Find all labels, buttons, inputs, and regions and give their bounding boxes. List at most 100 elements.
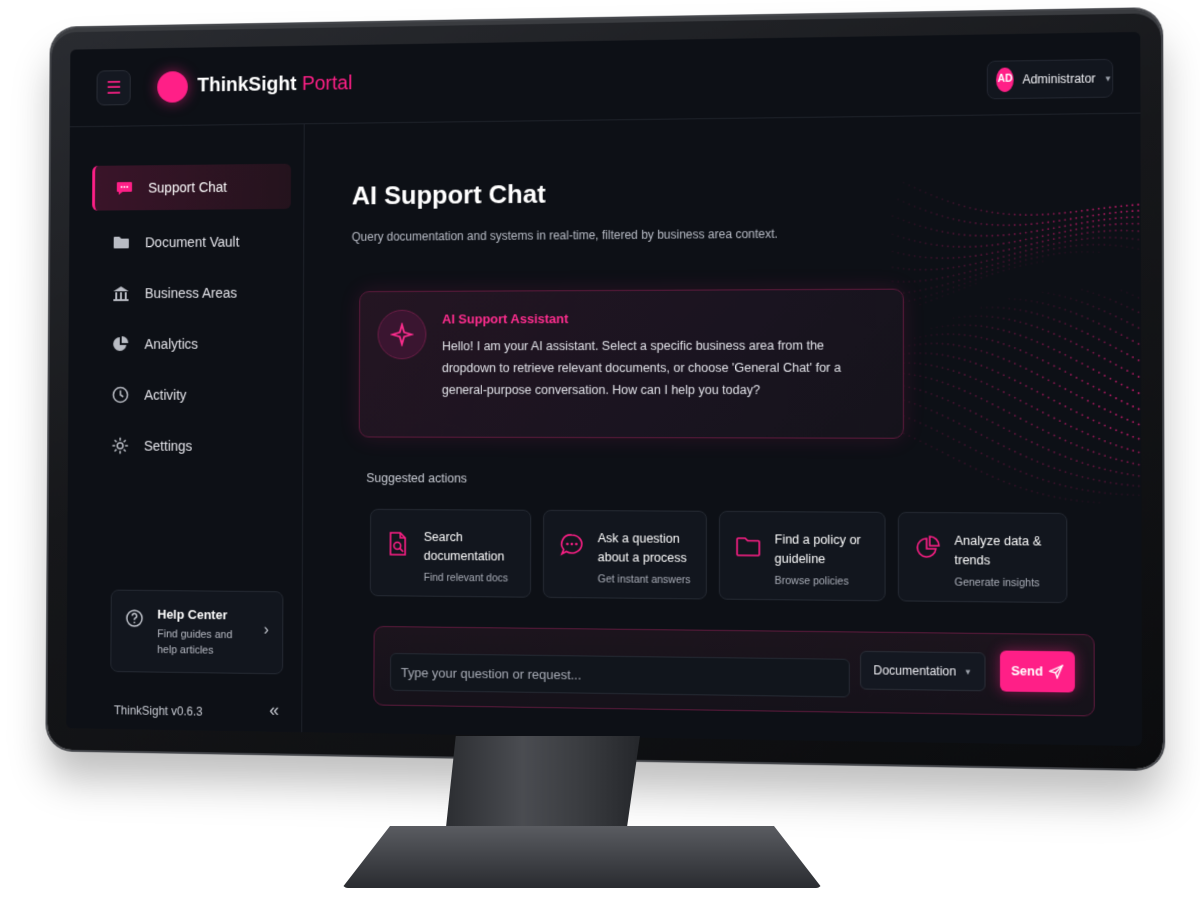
page-title: AI Support Chat: [352, 179, 546, 211]
business-area-select[interactable]: Documentation ▼: [860, 651, 986, 691]
particle-dot: [936, 395, 938, 397]
particle-dot: [919, 375, 921, 377]
particle-dot: [892, 215, 894, 217]
particle-dot: [1025, 310, 1027, 312]
sidebar-item-activity[interactable]: Activity: [91, 372, 290, 417]
particle-dot: [1132, 463, 1134, 465]
collapse-sidebar-icon[interactable]: «: [269, 700, 279, 721]
particle-dot: [941, 257, 943, 259]
top-bar: ☰ ThinkSight Portal AD Administrator ▼: [70, 32, 1141, 127]
chat-bubble-icon: [114, 177, 135, 199]
action-find-policy[interactable]: Find a policy or guideline Browse polici…: [719, 511, 886, 601]
particle-dot: [908, 281, 910, 283]
particle-dot: [1031, 441, 1033, 443]
particle-dot: [1036, 261, 1038, 263]
particle-dot: [1036, 444, 1038, 446]
particle-dot: [947, 289, 949, 291]
sparkle-icon: [377, 310, 426, 360]
particle-dot: [975, 450, 977, 452]
particle-dot: [1036, 242, 1038, 244]
particle-dot: [914, 337, 916, 339]
hamburger-menu-icon[interactable]: ☰: [96, 70, 130, 106]
particle-dot: [1064, 338, 1066, 340]
particle-dot: [942, 326, 944, 328]
particle-dot: [936, 297, 938, 299]
particle-dot: [980, 223, 982, 225]
particle-dot: [969, 410, 971, 412]
particle-dot: [986, 260, 988, 262]
help-center-card[interactable]: Help Center Find guides and help article…: [110, 590, 283, 675]
particle-dot: [1092, 336, 1094, 338]
particle-dot: [986, 316, 988, 318]
chat-input[interactable]: [390, 653, 850, 698]
particle-dot: [930, 194, 932, 196]
particle-dot: [1087, 215, 1089, 217]
particle-dot: [947, 232, 949, 234]
particle-dot: [958, 219, 960, 221]
particle-dot: [1076, 394, 1078, 396]
particle-dot: [936, 196, 938, 198]
particle-dot: [1126, 216, 1128, 218]
particle-dot: [1025, 245, 1027, 247]
particle-dot: [1121, 303, 1123, 305]
particle-dot: [1014, 266, 1016, 268]
particle-dot: [1132, 309, 1134, 311]
particle-dot: [936, 244, 938, 246]
particle-dot: [1138, 392, 1140, 394]
particle-dot: [1087, 290, 1089, 292]
particle-dot: [1009, 483, 1011, 485]
sidebar-item-settings[interactable]: Settings: [91, 423, 290, 469]
particle-dot: [1137, 223, 1139, 225]
particle-dot: [1048, 397, 1050, 399]
particle-dot: [1048, 362, 1050, 364]
particle-dot: [903, 253, 905, 255]
particle-dot: [925, 242, 927, 244]
action-ask-question[interactable]: Ask a question about a process Get insta…: [543, 510, 707, 600]
particle-dot: [1020, 487, 1022, 489]
particle-dot: [981, 471, 983, 473]
action-search-documentation[interactable]: Search documentation Find relevant docs: [370, 509, 531, 598]
particle-dot: [1042, 343, 1044, 345]
particle-dot: [930, 212, 932, 214]
sidebar-item-support-chat[interactable]: Support Chat: [92, 164, 291, 211]
particle-dot: [930, 294, 932, 296]
particle-dot: [914, 299, 916, 301]
particle-dot: [1065, 498, 1067, 500]
chevron-down-icon: ▼: [964, 667, 972, 676]
particle-dot: [1019, 265, 1021, 267]
action-title: Search documentation: [424, 528, 527, 567]
particle-dot: [919, 289, 921, 291]
sidebar-item-analytics[interactable]: Analytics: [91, 321, 290, 367]
particle-dot: [1087, 400, 1089, 402]
particle-dot: [980, 235, 982, 237]
particle-dot: [969, 324, 971, 326]
sidebar-item-document-vault[interactable]: Document Vault: [92, 219, 291, 265]
particle-dot: [1048, 346, 1050, 348]
send-button[interactable]: Send: [1000, 651, 1075, 693]
particle-dot: [925, 288, 927, 290]
particle-dot: [1093, 386, 1095, 388]
particle-dot: [1008, 318, 1010, 320]
particle-dot: [1098, 231, 1100, 233]
particle-dot: [1031, 312, 1033, 314]
particle-dot: [1003, 234, 1005, 236]
particle-dot: [986, 253, 988, 255]
particle-dot: [1025, 214, 1027, 216]
particle-dot: [1115, 245, 1117, 247]
sidebar-item-business-areas[interactable]: Business Areas: [91, 270, 290, 316]
particle-dot: [1014, 415, 1016, 417]
particle-dot: [969, 361, 971, 363]
particle-dot: [1014, 468, 1016, 470]
action-analyze-data[interactable]: Analyze data & trends Generate insights: [898, 512, 1068, 603]
particle-dot: [1008, 259, 1010, 261]
particle-dot: [1059, 226, 1061, 228]
particle-dot: [992, 458, 994, 460]
particle-dot: [1137, 230, 1139, 232]
particle-dot: [1093, 479, 1095, 481]
particle-dot: [980, 277, 982, 279]
user-menu[interactable]: AD Administrator ▼: [987, 59, 1113, 99]
particle-dot: [1070, 357, 1072, 359]
particle-dot: [958, 324, 960, 326]
particle-dot: [997, 356, 999, 358]
particle-dot: [958, 273, 960, 275]
